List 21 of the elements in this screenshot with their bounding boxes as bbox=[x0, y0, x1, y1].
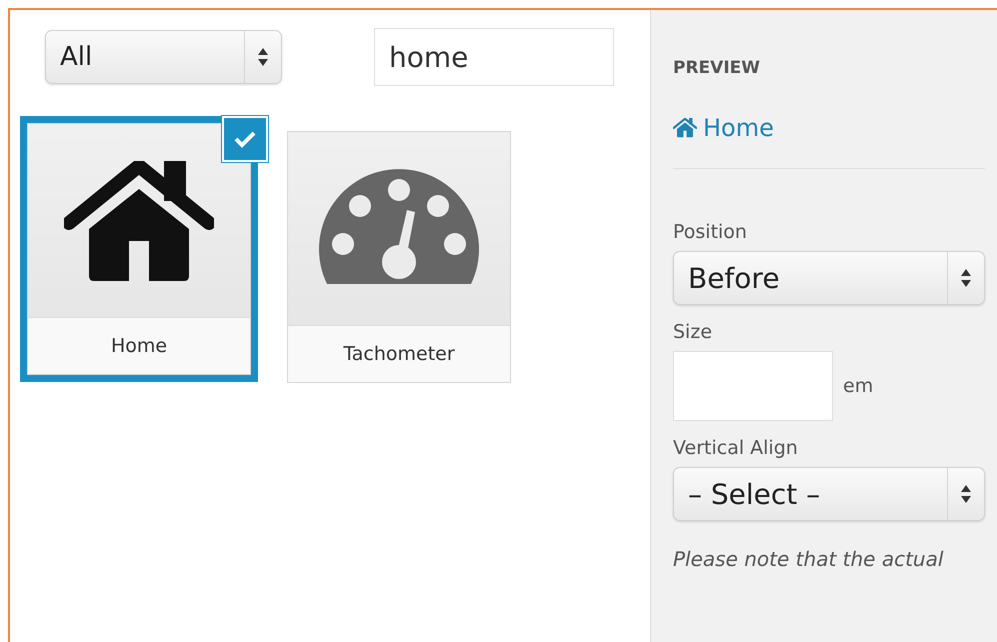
icon-label: Tachometer bbox=[288, 325, 510, 382]
preview-link[interactable]: Home bbox=[673, 114, 774, 142]
note-text: Please note that the actual bbox=[673, 547, 944, 571]
size-input[interactable] bbox=[673, 351, 833, 421]
selected-icon-card[interactable]: Home bbox=[20, 116, 258, 382]
house-icon bbox=[64, 160, 214, 280]
dropdown-select[interactable]: Before bbox=[673, 251, 985, 305]
dropdown-select[interactable]: – Select – bbox=[673, 467, 985, 521]
checkmark-icon bbox=[234, 130, 256, 148]
up-down-arrows-icon bbox=[961, 269, 971, 287]
category-select[interactable]: All bbox=[45, 30, 282, 84]
field-label: Position bbox=[673, 221, 748, 243]
field-label: Size bbox=[673, 321, 714, 343]
icon-label: Home bbox=[28, 317, 250, 374]
up-down-arrows-icon bbox=[961, 485, 971, 503]
house-icon bbox=[673, 118, 697, 138]
up-down-arrows-icon bbox=[258, 48, 268, 66]
field-label: Vertical Align bbox=[673, 437, 799, 459]
unit-label: em bbox=[843, 375, 874, 397]
preview-heading: PREVIEW bbox=[673, 58, 762, 78]
search-field[interactable]: home bbox=[374, 28, 614, 86]
